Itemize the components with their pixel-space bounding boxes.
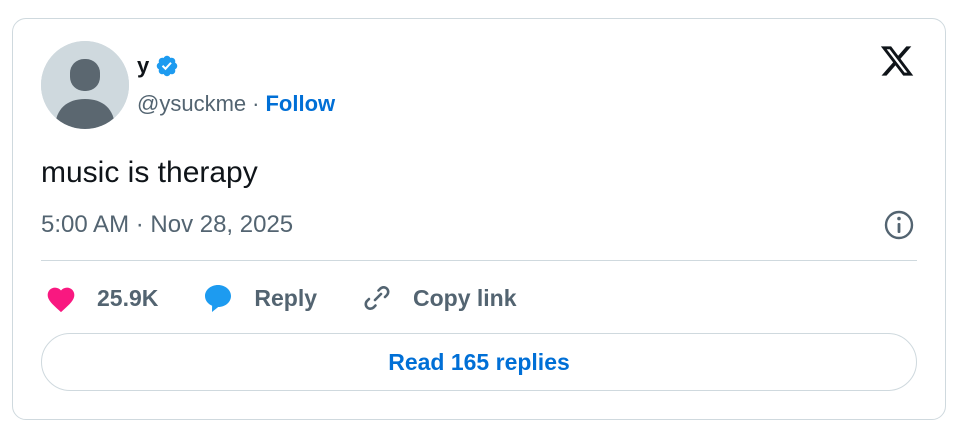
separator-dot: · <box>252 91 260 116</box>
tweet-timestamp[interactable]: 5:00 AM · Nov 28, 2025 <box>41 211 293 239</box>
author-display-name[interactable]: y <box>137 53 149 79</box>
read-replies-button[interactable]: Read 165 replies <box>41 333 917 391</box>
verified-badge-icon <box>155 54 179 78</box>
speech-bubble-icon <box>202 282 234 314</box>
copy-link-label: Copy link <box>413 284 517 311</box>
heart-icon <box>45 283 77 313</box>
author-name-row: y <box>137 53 179 79</box>
author-handle-row: @ysuckme · Follow <box>137 91 335 117</box>
like-count: 25.9K <box>97 284 159 311</box>
default-avatar-icon <box>41 41 129 129</box>
action-bar: 25.9K Reply Copy link <box>45 281 561 315</box>
info-icon[interactable] <box>883 209 915 241</box>
reply-button[interactable]: Reply <box>202 282 317 314</box>
x-logo-icon[interactable] <box>879 43 915 79</box>
link-icon <box>361 282 393 314</box>
follow-button[interactable]: Follow <box>265 91 335 117</box>
tweet-text: music is therapy <box>41 156 258 189</box>
read-replies-label: Read 165 replies <box>388 348 570 375</box>
reply-label: Reply <box>254 284 318 311</box>
avatar[interactable] <box>41 41 129 129</box>
tweet-embed-card: y @ysuckme · Follow music is therapy 5:0… <box>12 18 946 420</box>
copy-link-button[interactable]: Copy link <box>361 282 517 314</box>
divider <box>41 260 917 261</box>
author-handle[interactable]: @ysuckme <box>137 91 246 117</box>
like-button[interactable]: 25.9K <box>45 283 158 313</box>
